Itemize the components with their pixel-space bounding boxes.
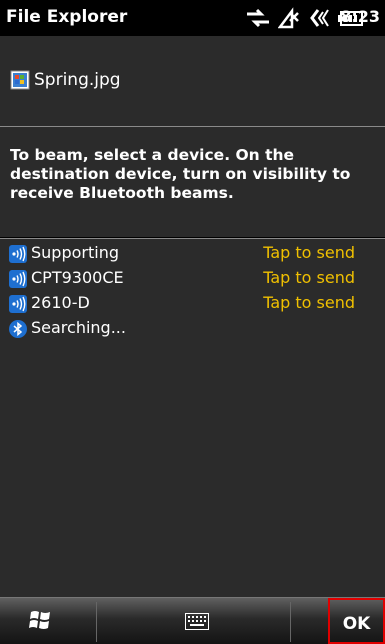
beam-device-icon bbox=[9, 295, 27, 313]
clock: 8:23 bbox=[340, 7, 380, 26]
file-row: Spring.jpg bbox=[0, 36, 385, 126]
divider bbox=[290, 602, 291, 642]
tap-to-send-link[interactable]: Tap to send bbox=[263, 243, 355, 262]
device-name: 2610-D bbox=[31, 293, 90, 312]
device-name: Supporting bbox=[31, 243, 119, 262]
searching-label: Searching... bbox=[31, 318, 126, 337]
device-row-cpt9300ce[interactable]: CPT9300CE Tap to send bbox=[0, 267, 385, 291]
tap-to-send-link[interactable]: Tap to send bbox=[263, 293, 355, 312]
windows-start-icon bbox=[28, 608, 54, 636]
file-name: Spring.jpg bbox=[34, 70, 121, 90]
keyboard-icon bbox=[185, 613, 209, 634]
app-title: File Explorer bbox=[6, 7, 128, 27]
searching-row: Searching... bbox=[0, 317, 385, 341]
data-sync-icon bbox=[245, 7, 271, 29]
keyboard-button[interactable] bbox=[130, 598, 265, 644]
ok-button[interactable]: OK bbox=[328, 598, 385, 644]
beam-device-icon bbox=[9, 270, 27, 288]
instructions-panel: To beam, select a device. On the destina… bbox=[0, 127, 385, 237]
device-row-2610-d[interactable]: 2610-D Tap to send bbox=[0, 292, 385, 316]
bluetooth-icon bbox=[9, 320, 27, 338]
volume-icon bbox=[308, 7, 332, 29]
beam-device-icon bbox=[9, 245, 27, 263]
no-signal-icon bbox=[278, 7, 300, 29]
tap-to-send-link[interactable]: Tap to send bbox=[263, 268, 355, 287]
device-row-supporting[interactable]: Supporting Tap to send bbox=[0, 242, 385, 266]
ok-label: OK bbox=[342, 614, 371, 634]
beam-instructions: To beam, select a device. On the destina… bbox=[10, 146, 351, 202]
start-button[interactable] bbox=[0, 598, 95, 644]
device-list: Supporting Tap to send CPT9300CE Tap to … bbox=[0, 239, 385, 597]
device-name: CPT9300CE bbox=[31, 268, 124, 287]
image-file-icon bbox=[10, 70, 30, 90]
divider bbox=[96, 602, 97, 642]
status-bar: File Explorer 8:23 bbox=[0, 0, 385, 36]
softkey-bar: OK bbox=[0, 597, 385, 644]
